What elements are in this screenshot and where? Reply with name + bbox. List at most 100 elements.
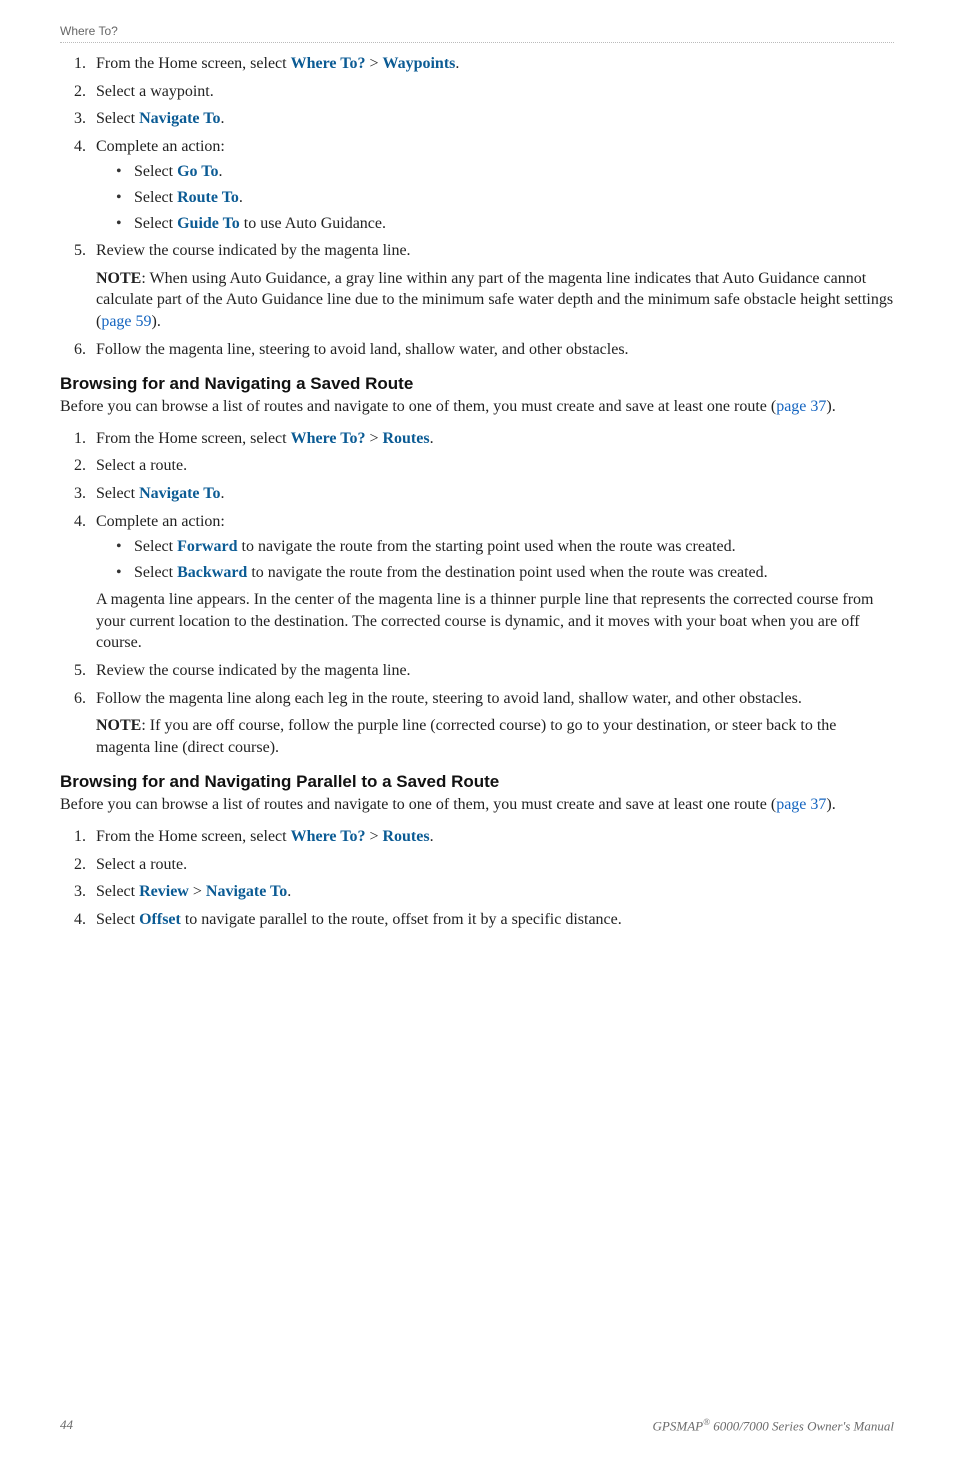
link-forward: Forward (177, 538, 237, 555)
option-forward: Select Forward to navigate the route fro… (116, 536, 894, 558)
text: From the Home screen, select (96, 55, 291, 72)
running-head: Where To? (60, 24, 894, 43)
text: Select (96, 883, 139, 900)
text: Follow the magenta line along each leg i… (96, 690, 802, 707)
option-guide-to: Select Guide To to use Auto Guidance. (116, 213, 894, 235)
text: to use Auto Guidance. (240, 215, 386, 232)
text: . (430, 430, 434, 447)
text: . (218, 163, 222, 180)
text: to navigate the route from the starting … (238, 538, 736, 555)
intro-browse-saved-route: Before you can browse a list of routes a… (60, 396, 894, 418)
step-4-options: Select Forward to navigate the route fro… (96, 536, 894, 583)
step-2: Select a route. (90, 455, 894, 477)
text: Select (134, 564, 177, 581)
text: to navigate parallel to the route, offse… (181, 911, 622, 928)
text: Before you can browse a list of routes a… (60, 398, 776, 415)
text: ). (152, 313, 161, 330)
page-number: 44 (60, 1417, 73, 1434)
link-route-to: Route To (177, 189, 239, 206)
option-route-to: Select Route To. (116, 187, 894, 209)
heading-browse-parallel-route: Browsing for and Navigating Parallel to … (60, 772, 894, 792)
text: 6000/7000 Series Owner's Manual (710, 1418, 894, 1433)
link-navigate-to: Navigate To (139, 485, 220, 502)
text: . (220, 110, 224, 127)
text: Select (134, 215, 177, 232)
step-5: Review the course indicated by the magen… (90, 660, 894, 682)
text: Before you can browse a list of routes a… (60, 796, 776, 813)
separator: > (365, 828, 382, 845)
text: Complete an action: (96, 138, 225, 155)
text: . (239, 189, 243, 206)
step-2: Select a route. (90, 854, 894, 876)
option-go-to: Select Go To. (116, 161, 894, 183)
option-backward: Select Backward to navigate the route fr… (116, 562, 894, 584)
text: : If you are off course, follow the purp… (96, 717, 836, 756)
step-4: Complete an action: Select Go To. Select… (90, 136, 894, 234)
intro-browse-parallel-route: Before you can browse a list of routes a… (60, 794, 894, 816)
text: ). (826, 796, 835, 813)
separator: > (189, 883, 206, 900)
step-2: Select a waypoint. (90, 81, 894, 103)
link-go-to: Go To (177, 163, 218, 180)
link-where-to: Where To? (291, 828, 366, 845)
separator: > (365, 430, 382, 447)
registered-mark: ® (703, 1417, 710, 1427)
step-4-paragraph: A magenta line appears. In the center of… (96, 589, 894, 654)
text: GPSMAP (653, 1418, 704, 1433)
link-waypoints: Waypoints (382, 55, 455, 72)
link-page-37[interactable]: page 37 (776, 398, 826, 415)
steps-browse-parallel-route: From the Home screen, select Where To? >… (60, 826, 894, 930)
step-5: Review the course indicated by the magen… (90, 240, 894, 332)
note-label: NOTE (96, 270, 141, 287)
text: Select (96, 911, 139, 928)
text: . (220, 485, 224, 502)
link-review: Review (139, 883, 189, 900)
link-navigate-to: Navigate To (206, 883, 287, 900)
step-3: Select Navigate To. (90, 483, 894, 505)
text: Complete an action: (96, 513, 225, 530)
text: ). (826, 398, 835, 415)
text: Select (96, 110, 139, 127)
text: to navigate the route from the destinati… (247, 564, 767, 581)
link-backward: Backward (177, 564, 247, 581)
step-5-note: NOTE: When using Auto Guidance, a gray l… (96, 268, 894, 333)
text: Select (134, 189, 177, 206)
link-offset: Offset (139, 911, 181, 928)
text: Select (134, 538, 177, 555)
text: Review the course indicated by the magen… (96, 242, 411, 259)
text: Select (134, 163, 177, 180)
step-4: Select Offset to navigate parallel to th… (90, 909, 894, 931)
link-page-37[interactable]: page 37 (776, 796, 826, 813)
steps-waypoint-nav: From the Home screen, select Where To? >… (60, 53, 894, 360)
step-3: Select Review > Navigate To. (90, 881, 894, 903)
text: . (430, 828, 434, 845)
manual-title: GPSMAP® 6000/7000 Series Owner's Manual (653, 1417, 894, 1434)
step-1: From the Home screen, select Where To? >… (90, 53, 894, 75)
step-6-note: NOTE: If you are off course, follow the … (96, 715, 894, 758)
text: From the Home screen, select (96, 828, 291, 845)
step-1: From the Home screen, select Where To? >… (90, 428, 894, 450)
step-4-options: Select Go To. Select Route To. Select Gu… (96, 161, 894, 234)
link-guide-to: Guide To (177, 215, 240, 232)
text: From the Home screen, select (96, 430, 291, 447)
page-footer: 44 GPSMAP® 6000/7000 Series Owner's Manu… (60, 1417, 894, 1434)
step-3: Select Navigate To. (90, 108, 894, 130)
link-page-59[interactable]: page 59 (101, 313, 151, 330)
page: Where To? From the Home screen, select W… (0, 0, 954, 1468)
text: . (287, 883, 291, 900)
step-4: Complete an action: Select Forward to na… (90, 511, 894, 655)
note-label: NOTE (96, 717, 141, 734)
link-where-to: Where To? (291, 430, 366, 447)
step-1: From the Home screen, select Where To? >… (90, 826, 894, 848)
step-6: Follow the magenta line along each leg i… (90, 688, 894, 759)
text: : When using Auto Guidance, a gray line … (96, 270, 893, 330)
separator: > (365, 55, 382, 72)
link-routes: Routes (382, 828, 429, 845)
link-where-to: Where To? (291, 55, 366, 72)
link-navigate-to: Navigate To (139, 110, 220, 127)
text: Select (96, 485, 139, 502)
text: . (455, 55, 459, 72)
heading-browse-saved-route: Browsing for and Navigating a Saved Rout… (60, 374, 894, 394)
link-routes: Routes (382, 430, 429, 447)
steps-browse-saved-route: From the Home screen, select Where To? >… (60, 428, 894, 759)
